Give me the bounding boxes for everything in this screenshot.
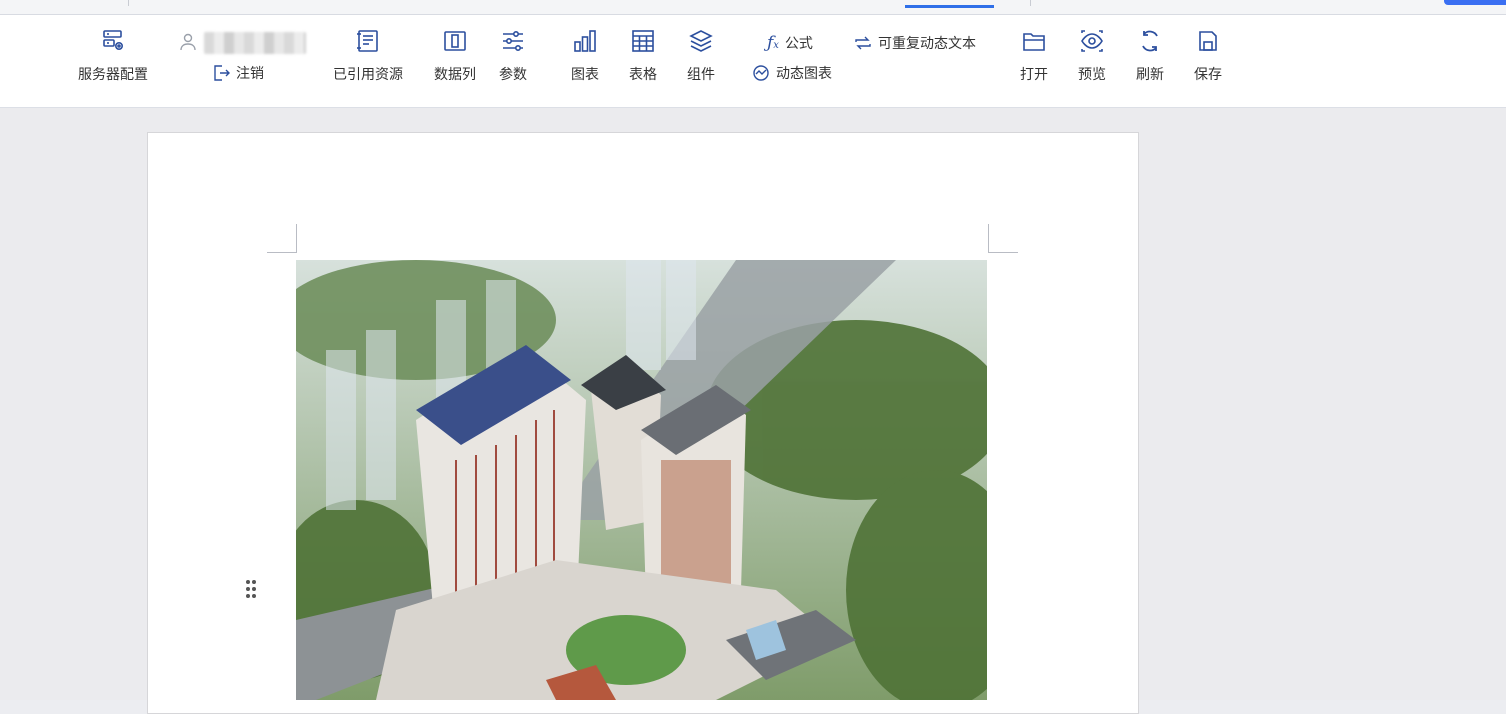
referenced-resources-button[interactable]: 已引用资源 (328, 28, 408, 84)
refresh-icon (1137, 28, 1163, 54)
save-icon (1195, 28, 1221, 54)
parameters-button[interactable]: 参数 (490, 28, 536, 84)
dynamic-chart-icon (752, 64, 770, 82)
table-label: 表格 (629, 67, 657, 83)
save-label: 保存 (1194, 67, 1222, 83)
logout-label: 注销 (236, 66, 264, 82)
crop-mark (988, 252, 1018, 253)
crop-mark (988, 224, 989, 252)
refresh-button[interactable]: 刷新 (1128, 28, 1172, 84)
preview-button[interactable]: 预览 (1070, 28, 1114, 84)
logout-icon (212, 64, 230, 82)
tab-separator (1030, 0, 1031, 6)
layers-icon (688, 28, 714, 54)
open-label: 打开 (1020, 67, 1048, 83)
component-label: 组件 (687, 67, 715, 83)
preview-label: 预览 (1078, 67, 1106, 83)
server-config-button[interactable]: 服务器配置 (73, 28, 153, 84)
repeat-icon (854, 34, 872, 52)
ribbon-toolbar: 服务器配置 注销 已引用资源 数据列 参数 图表 表格 组件 ƒx 公式 动态图… (0, 15, 1506, 108)
open-button[interactable]: 打开 (1012, 28, 1056, 84)
formula-button[interactable]: ƒx 公式 (767, 33, 813, 53)
chart-label: 图表 (571, 67, 599, 83)
data-columns-icon (442, 28, 468, 54)
repeatable-text-label: 可重复动态文本 (878, 36, 976, 52)
formula-label: 公式 (784, 36, 813, 52)
refresh-label: 刷新 (1136, 67, 1164, 83)
component-button[interactable]: 组件 (678, 28, 724, 84)
function-icon: ƒx (767, 33, 779, 53)
table-button[interactable]: 表格 (620, 28, 666, 84)
save-button[interactable]: 保存 (1186, 28, 1230, 84)
data-columns-button[interactable]: 数据列 (430, 28, 480, 84)
chart-button[interactable]: 图表 (562, 28, 608, 84)
crop-mark (267, 252, 297, 253)
table-icon (630, 28, 656, 54)
drag-handle-icon[interactable] (244, 578, 258, 602)
tab-separator (128, 0, 129, 6)
folder-open-icon (1021, 28, 1047, 54)
referenced-resources-icon (355, 28, 381, 54)
eye-icon (1079, 28, 1105, 54)
sliders-icon (500, 28, 526, 54)
referenced-resources-label: 已引用资源 (333, 67, 403, 83)
repeatable-text-button[interactable]: 可重复动态文本 (854, 33, 976, 53)
bar-chart-icon (572, 28, 598, 54)
dynamic-chart-button[interactable]: 动态图表 (752, 63, 832, 83)
primary-action-button[interactable] (1444, 0, 1506, 5)
top-tab-strip (0, 0, 1506, 15)
server-config-icon (100, 28, 126, 54)
username-redacted (204, 32, 306, 54)
parameters-label: 参数 (499, 67, 527, 83)
server-config-label: 服务器配置 (78, 67, 148, 83)
user-icon (179, 32, 197, 56)
logout-button[interactable]: 注销 (212, 63, 264, 83)
crop-mark (296, 224, 297, 252)
active-tab-indicator (905, 5, 994, 8)
data-columns-label: 数据列 (434, 67, 476, 83)
dynamic-chart-label: 动态图表 (776, 66, 832, 82)
building-rendering-image[interactable] (296, 260, 987, 700)
